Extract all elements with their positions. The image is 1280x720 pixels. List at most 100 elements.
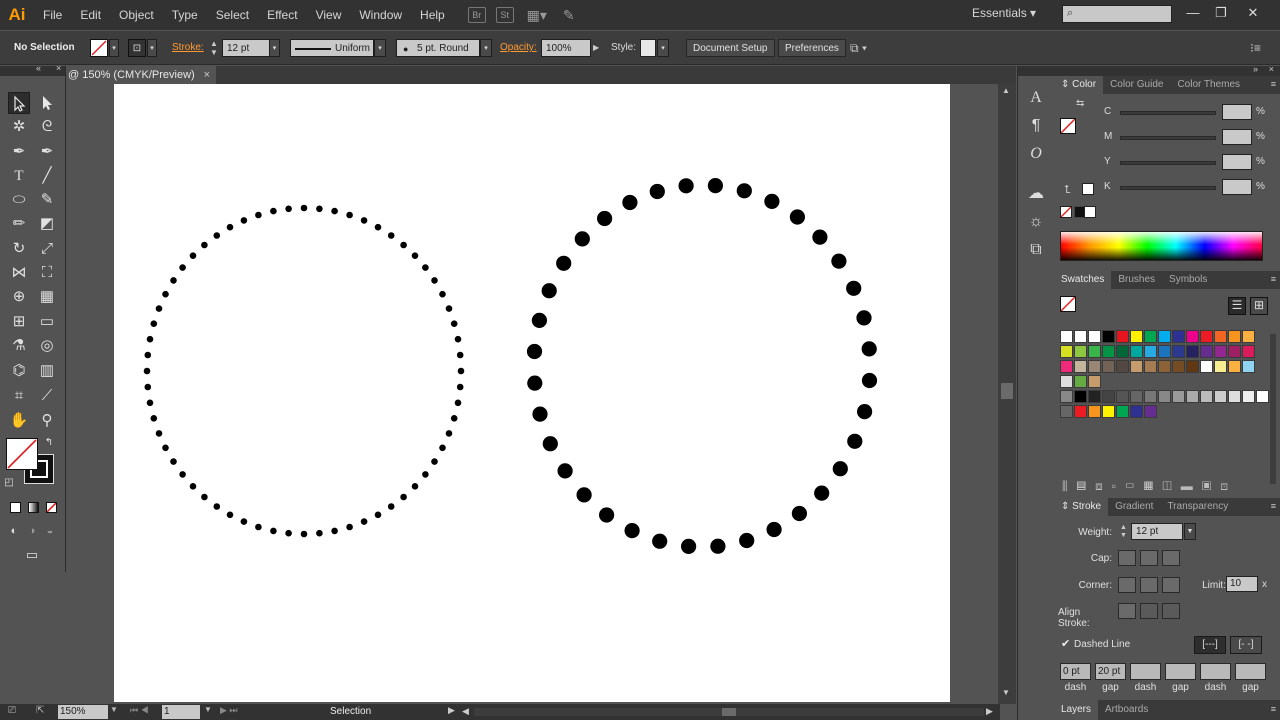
slice-tool-icon[interactable]: ⟋ (36, 385, 58, 407)
scroll-down-icon[interactable]: ▼ (1002, 688, 1010, 697)
projecting-cap-icon[interactable] (1162, 550, 1180, 566)
color-swatch[interactable] (1242, 360, 1255, 373)
color-swatch[interactable] (1228, 330, 1241, 343)
stroke-panel-menu-icon[interactable]: ≡ (1271, 501, 1276, 511)
ellipse-tool-icon[interactable]: ⬭ (8, 189, 30, 211)
style-swatch[interactable] (640, 39, 656, 57)
color-swatch[interactable] (1200, 330, 1213, 343)
line-segment-tool-icon[interactable]: ╱ (36, 165, 58, 187)
control-panel-menu-icon[interactable]: ⁝≡ (1250, 39, 1261, 57)
draw-inside-icon[interactable]: ◒ (42, 523, 58, 539)
color-swatch[interactable] (1074, 375, 1087, 388)
color-spectrum[interactable] (1060, 231, 1263, 261)
eraser-tool-icon[interactable]: ◩ (36, 213, 58, 235)
draw-normal-icon[interactable]: ◐ (6, 523, 22, 539)
color-swatch[interactable] (1242, 390, 1255, 403)
color-swatch[interactable] (1116, 390, 1129, 403)
style-dropdown[interactable]: ▾ (657, 39, 669, 57)
width-tool-icon[interactable]: ⋈ (8, 262, 30, 284)
gap-1-field[interactable]: 20 pt (1095, 663, 1126, 680)
collapse-tools-icon[interactable]: « (36, 63, 41, 73)
align-inside-icon[interactable] (1140, 603, 1158, 619)
swatches-panel-menu-icon[interactable]: ≡ (1271, 274, 1276, 284)
search-input[interactable]: ⌕ (1062, 5, 1172, 23)
gradient-tool-icon[interactable]: ▭ (36, 311, 58, 333)
arrange-icon[interactable]: ⧉ ▾ (850, 39, 867, 57)
color-swatch[interactable] (1060, 405, 1073, 418)
color-swatch[interactable] (1102, 330, 1115, 343)
color-swatch[interactable] (1172, 360, 1185, 373)
color-swatch[interactable] (1214, 390, 1227, 403)
tab-symbols[interactable]: Symbols (1162, 271, 1214, 289)
color-swatch[interactable] (1256, 390, 1269, 403)
gradient-mode-icon[interactable] (28, 502, 39, 513)
color-swatch[interactable] (1130, 390, 1143, 403)
gap-2-field[interactable] (1165, 663, 1196, 680)
horizontal-scrollbar[interactable] (474, 708, 984, 716)
close-panels-icon[interactable]: × (1269, 64, 1274, 74)
round-cap-icon[interactable] (1140, 550, 1158, 566)
libraries-panel-icon[interactable]: ☁ (1026, 184, 1046, 204)
color-swatch[interactable] (1200, 345, 1213, 358)
color-swatch[interactable] (1172, 390, 1185, 403)
color-mode-icon[interactable] (10, 502, 21, 513)
first-artboard-icon[interactable]: ⏮ ◀ (130, 705, 149, 716)
white-swatch-2[interactable] (1084, 206, 1096, 218)
color-swatch[interactable] (1088, 405, 1101, 418)
draw-behind-icon[interactable]: ◑ (24, 523, 40, 539)
dash-3-field[interactable] (1200, 663, 1231, 680)
magic-wand-tool-icon[interactable]: ✲ (8, 116, 30, 138)
align-center-icon[interactable] (1118, 603, 1136, 619)
lasso-tool-icon[interactable]: ᘓ (36, 116, 58, 138)
stroke-weight-stepper[interactable]: ▲ ▼ (210, 39, 220, 57)
artboard-tool-icon[interactable]: ⌗ (8, 385, 30, 407)
swatches-scrollbar[interactable] (1270, 334, 1276, 484)
bevel-join-icon[interactable] (1162, 577, 1180, 593)
butt-cap-icon[interactable] (1118, 550, 1136, 566)
menu-help[interactable]: Help (411, 0, 454, 30)
small-dotted-circle[interactable] (143, 204, 465, 538)
color-swatch[interactable] (1060, 375, 1073, 388)
stroke-weight-dropdown[interactable]: ▾ (269, 39, 280, 57)
color-swatch[interactable] (1242, 345, 1255, 358)
blend-tool-icon[interactable]: ◎ (36, 335, 58, 357)
color-swatch[interactable] (1074, 360, 1087, 373)
color-swatch[interactable] (1228, 345, 1241, 358)
swap-fill-stroke-icon[interactable]: ↰ (42, 436, 56, 450)
cyan-slider[interactable] (1120, 111, 1216, 115)
hscroll-thumb[interactable] (722, 708, 736, 716)
brush-definition[interactable]: ● 5 pt. Round (396, 39, 480, 57)
color-swatch[interactable] (1074, 330, 1087, 343)
close-document-icon[interactable]: × (204, 66, 210, 84)
stroke-label[interactable]: Stroke: (172, 39, 204, 57)
magenta-slider-row[interactable]: M % (1104, 129, 1274, 145)
color-swatch[interactable] (1060, 330, 1073, 343)
thumbnail-view-icon[interactable]: ⊞ (1250, 297, 1268, 315)
align-outside-icon[interactable] (1162, 603, 1180, 619)
preserve-dash-icon[interactable]: [‑‑‑] (1194, 636, 1226, 654)
collapse-panels-icon[interactable]: » (1253, 64, 1258, 74)
weight-field[interactable]: 12 pt (1131, 523, 1183, 540)
black-slider-row[interactable]: K % (1104, 179, 1274, 195)
symbol-sprayer-tool-icon[interactable]: ⌬ (8, 360, 30, 382)
color-swatch[interactable] (1060, 345, 1073, 358)
default-fill-stroke-icon[interactable]: ◰ (2, 476, 16, 490)
hscroll-right-icon[interactable]: ▶ (986, 706, 993, 717)
limit-field[interactable]: 10 (1226, 576, 1258, 592)
rotate-tool-icon[interactable]: ↻ (8, 238, 30, 260)
color-swatch[interactable] (1102, 360, 1115, 373)
opacity-label[interactable]: Opacity: (500, 39, 537, 57)
color-swatch[interactable] (1158, 345, 1171, 358)
color-swatch[interactable] (1074, 345, 1087, 358)
black-field[interactable] (1222, 179, 1252, 195)
color-swatch[interactable] (1158, 330, 1171, 343)
bridge-button[interactable]: Br (467, 7, 486, 23)
color-swatch[interactable] (1088, 375, 1101, 388)
black-slider[interactable] (1120, 186, 1216, 190)
weight-stepper[interactable]: ▲ ▼ (1120, 524, 1130, 540)
vertical-scrollbar[interactable]: ▲ ▼ (998, 84, 1016, 704)
next-artboard-icon[interactable]: ▶ ⏭ (220, 705, 238, 716)
dash-1-field[interactable]: 0 pt (1060, 663, 1091, 680)
none-swatch[interactable] (1060, 206, 1072, 218)
scroll-up-icon[interactable]: ▲ (1002, 86, 1010, 95)
